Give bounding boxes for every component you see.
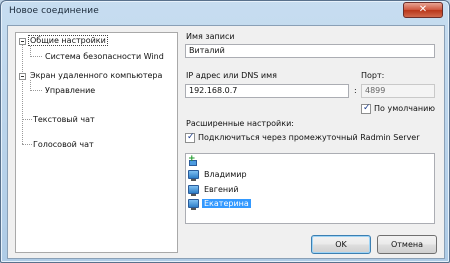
- list-item-label: Владимир: [204, 170, 247, 179]
- tree-item-label: Текстовый чат: [33, 115, 95, 124]
- collapse-icon[interactable]: [19, 73, 26, 80]
- title-bar[interactable]: Новое соединение ✕: [1, 1, 449, 23]
- settings-tree: Общие настройки Система безопасности Win…: [15, 32, 178, 253]
- dialog-body: Общие настройки Система безопасности Win…: [7, 25, 445, 259]
- ip-address-input[interactable]: 192.168.0.7: [185, 84, 349, 98]
- list-item-label: Евгений: [204, 185, 239, 194]
- list-item[interactable]: Евгений: [188, 183, 241, 196]
- tree-item-control[interactable]: Управление: [44, 86, 96, 95]
- tree-item-label: Голосовой чат: [33, 140, 94, 149]
- list-item[interactable]: Екатерина: [188, 197, 251, 210]
- default-port-label: По умолчанию: [374, 104, 436, 113]
- tree-line: [22, 144, 32, 145]
- tree-line: [22, 41, 23, 144]
- tree-line: [30, 90, 42, 91]
- tree-item-voice-chat[interactable]: Голосовой чат: [32, 140, 95, 149]
- port-input[interactable]: 4899: [361, 84, 435, 98]
- port-separator: :: [354, 86, 357, 95]
- cancel-button[interactable]: Отмена: [377, 235, 437, 254]
- tree-item-label: Система безопасности Wind: [45, 52, 164, 61]
- collapse-icon[interactable]: [19, 38, 26, 45]
- tree-item-text-chat[interactable]: Текстовый чат: [32, 115, 96, 124]
- tree-line: [30, 56, 42, 57]
- close-button[interactable]: ✕: [403, 2, 443, 18]
- list-item[interactable]: Владимир: [188, 168, 249, 181]
- tree-item-label: Экран удаленного компьютера: [30, 71, 163, 80]
- list-item-label: Екатерина: [202, 199, 251, 208]
- port-label: Порт:: [361, 71, 385, 80]
- tree-item-label: Общие настройки: [28, 35, 108, 46]
- record-name-input[interactable]: Виталий: [185, 44, 435, 58]
- default-port-checkbox[interactable]: ✓: [361, 103, 371, 114]
- window-title: Новое соединение: [9, 6, 99, 16]
- new-connection-window: Новое соединение ✕ Общие настройки Систе…: [0, 0, 450, 263]
- record-name-label: Имя записи: [186, 32, 235, 41]
- add-computer-icon: +: [188, 153, 197, 166]
- proxy-label: Подключиться через промежуточный Radmin …: [198, 133, 420, 142]
- tree-item-label: Управление: [45, 86, 96, 95]
- computer-icon: [188, 170, 199, 181]
- close-icon: ✕: [418, 4, 428, 15]
- computer-icon: [188, 199, 199, 210]
- tree-line: [22, 119, 32, 120]
- tree-item-general-settings[interactable]: Общие настройки: [28, 35, 108, 46]
- tree-item-windows-security[interactable]: Система безопасности Wind: [44, 52, 165, 61]
- advanced-settings-label: Расширенные настройки:: [186, 119, 294, 128]
- computer-icon: [188, 185, 199, 196]
- proxy-chain-list[interactable]: + Владимир Евгений Екатерина: [185, 153, 435, 224]
- checkmark-icon: ✓: [187, 132, 195, 142]
- proxy-checkbox[interactable]: ✓: [185, 132, 195, 143]
- checkmark-icon: ✓: [363, 103, 371, 113]
- add-server-item[interactable]: +: [188, 153, 200, 168]
- ok-button[interactable]: OK: [311, 235, 371, 254]
- tree-item-remote-screen[interactable]: Экран удаленного компьютера: [29, 71, 163, 80]
- ip-address-label: IP адрес или DNS имя: [186, 71, 277, 80]
